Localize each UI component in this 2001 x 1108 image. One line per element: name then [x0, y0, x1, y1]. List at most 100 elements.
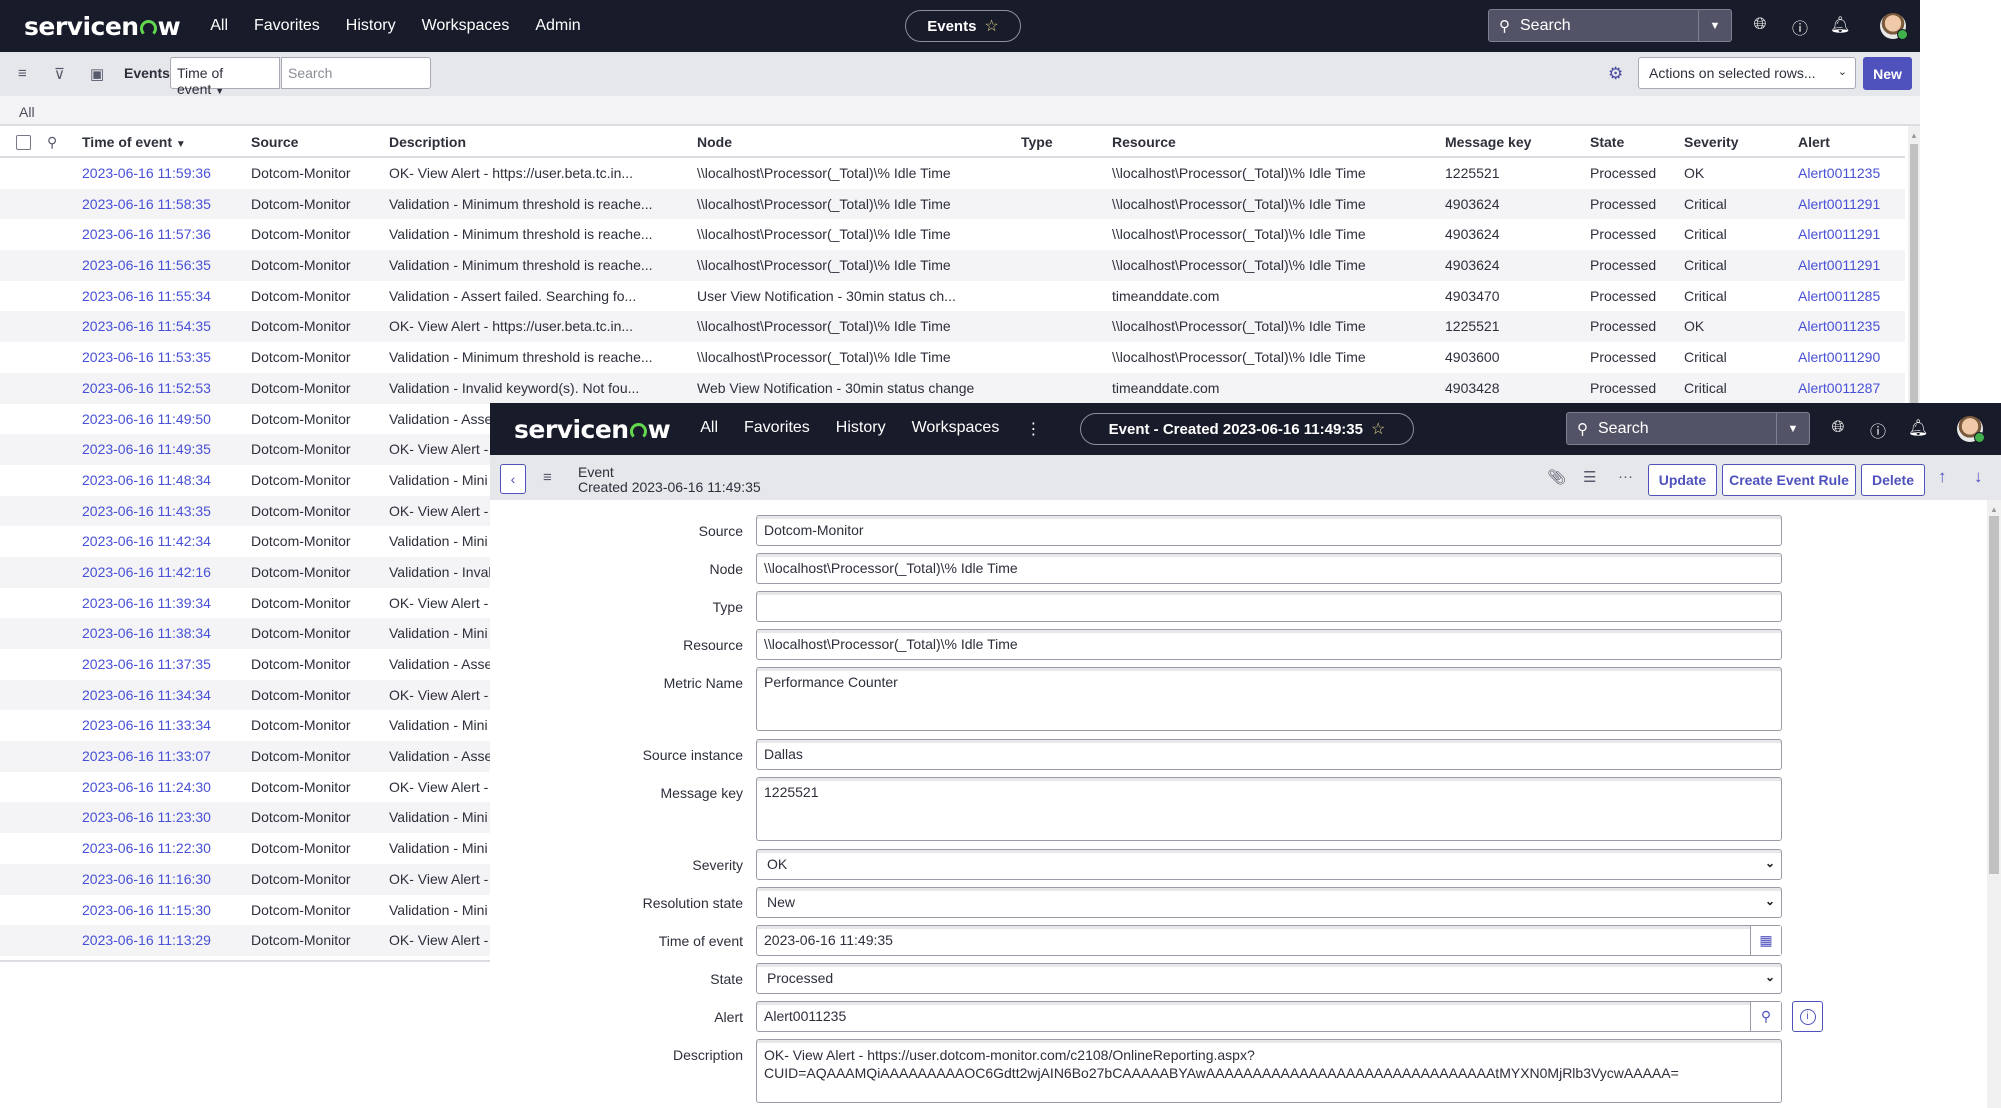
lookup-search-icon[interactable]: ⚲: [1750, 1002, 1781, 1031]
star-icon[interactable]: ☆: [1371, 419, 1385, 439]
severity-select[interactable]: OK ⌄: [756, 849, 1782, 880]
nav-favorites[interactable]: Favorites: [254, 17, 320, 35]
cell-alert[interactable]: Alert0011290: [1798, 349, 1880, 365]
cell-time[interactable]: 2023-06-16 11:24:30: [82, 779, 211, 795]
alert-info-button[interactable]: i: [1792, 1001, 1823, 1032]
table-row[interactable]: 2023-06-16 11:56:35 Dotcom-Monitor Validat…: [0, 250, 1905, 281]
cell-time[interactable]: 2023-06-16 11:49:35: [82, 441, 211, 457]
cell-time[interactable]: 2023-06-16 11:55:34: [82, 288, 211, 304]
globe-icon[interactable]: 🌐︎: [1750, 16, 1770, 34]
cell-time[interactable]: 2023-06-16 11:58:35: [82, 196, 211, 212]
form-scrollbar[interactable]: ▲: [1987, 500, 2001, 1108]
settings-sliders-icon[interactable]: ☰: [1583, 468, 1596, 486]
cell-time[interactable]: 2023-06-16 11:13:29: [82, 932, 211, 948]
cell-time[interactable]: 2023-06-16 11:42:16: [82, 564, 211, 580]
cell-alert[interactable]: Alert0011285: [1798, 288, 1880, 304]
cell-time[interactable]: 2023-06-16 11:34:34: [82, 687, 211, 703]
col-type[interactable]: Type: [1021, 134, 1053, 150]
context-pill[interactable]: Event - Created 2023-06-16 11:49:35 ☆: [1080, 413, 1414, 445]
search-dropdown-icon[interactable]: ▼: [1776, 413, 1809, 444]
select-all-checkbox[interactable]: [16, 135, 31, 150]
list-scrollbar[interactable]: ▲: [1908, 126, 1920, 406]
delete-button[interactable]: Delete: [1861, 464, 1925, 496]
type-input[interactable]: [756, 591, 1782, 622]
context-pill[interactable]: Events ☆: [905, 10, 1021, 42]
create-event-rule-button[interactable]: Create Event Rule: [1722, 464, 1856, 496]
cell-time[interactable]: 2023-06-16 11:42:34: [82, 533, 211, 549]
column-search-icon[interactable]: ⚲: [47, 134, 57, 151]
nav-all[interactable]: All: [210, 17, 228, 35]
arrow-down-icon[interactable]: ↓: [1974, 467, 1983, 487]
col-alert[interactable]: Alert: [1798, 134, 1830, 150]
cell-time[interactable]: 2023-06-16 11:38:34: [82, 625, 211, 641]
nav-history[interactable]: History: [836, 419, 886, 439]
nav-workspaces[interactable]: Workspaces: [422, 17, 510, 35]
cell-time[interactable]: 2023-06-16 11:22:30: [82, 840, 211, 856]
bell-icon[interactable]: 🔔︎: [1908, 418, 1928, 438]
col-resource[interactable]: Resource: [1112, 134, 1176, 150]
cell-time[interactable]: 2023-06-16 11:49:50: [82, 411, 211, 427]
globe-icon[interactable]: 🌐︎: [1828, 419, 1848, 437]
breadcrumb-all[interactable]: All: [19, 104, 35, 120]
new-button[interactable]: New: [1863, 57, 1912, 90]
scroll-up-icon[interactable]: ▲: [1910, 131, 1918, 140]
table-row[interactable]: 2023-06-16 11:57:36 Dotcom-Monitor Validat…: [0, 219, 1905, 250]
cell-time[interactable]: 2023-06-16 11:16:30: [82, 871, 211, 887]
avatar[interactable]: [1957, 416, 1985, 443]
cell-time[interactable]: 2023-06-16 11:33:07: [82, 748, 211, 764]
list-search-input[interactable]: Search: [281, 57, 431, 89]
col-time[interactable]: Time of event ▼: [82, 134, 186, 150]
cell-time[interactable]: 2023-06-16 11:57:36: [82, 226, 211, 242]
filter-icon[interactable]: ⊽: [54, 65, 65, 83]
help-icon[interactable]: ⓘ: [1790, 15, 1810, 39]
cell-time[interactable]: 2023-06-16 11:43:35: [82, 503, 211, 519]
scroll-up-icon[interactable]: ▲: [1990, 505, 1998, 514]
cell-time[interactable]: 2023-06-16 11:15:30: [82, 902, 211, 918]
search-field-select[interactable]: Time of event ▼: [170, 57, 280, 97]
actions-select[interactable]: Actions on selected rows... ⌄: [1638, 57, 1856, 89]
col-severity[interactable]: Severity: [1684, 134, 1738, 150]
resolution-state-select[interactable]: New ⌄: [756, 887, 1782, 918]
col-source[interactable]: Source: [251, 134, 298, 150]
search-dropdown-icon[interactable]: ▼: [1698, 10, 1731, 41]
star-icon[interactable]: ☆: [984, 16, 998, 36]
nav-favorites[interactable]: Favorites: [744, 419, 810, 439]
back-button[interactable]: ‹: [500, 464, 526, 494]
message-key-textarea[interactable]: 1225521: [756, 777, 1782, 841]
source-input[interactable]: Dotcom-Monitor: [756, 515, 1782, 546]
description-textarea[interactable]: OK- View Alert - https://user.dotcom-mon…: [756, 1039, 1782, 1103]
cell-alert[interactable]: Alert0011235: [1798, 165, 1880, 181]
scroll-thumb[interactable]: [1910, 144, 1918, 406]
cell-time[interactable]: 2023-06-16 11:52:53: [82, 380, 211, 396]
cell-time[interactable]: 2023-06-16 11:59:36: [82, 165, 211, 181]
nav-admin[interactable]: Admin: [535, 17, 580, 35]
cell-time[interactable]: 2023-06-16 11:48:34: [82, 472, 211, 488]
alert-reference-input[interactable]: Alert0011235 ⚲: [756, 1001, 1782, 1032]
cell-alert[interactable]: Alert0011291: [1798, 196, 1880, 212]
nav-workspaces[interactable]: Workspaces: [912, 419, 1000, 439]
gear-icon[interactable]: ⚙: [1608, 64, 1623, 84]
nav-all[interactable]: All: [700, 419, 718, 439]
cell-time[interactable]: 2023-06-16 11:54:35: [82, 318, 211, 334]
cell-time[interactable]: 2023-06-16 11:56:35: [82, 257, 211, 273]
scroll-thumb[interactable]: [1989, 516, 1999, 874]
cell-time[interactable]: 2023-06-16 11:23:30: [82, 809, 211, 825]
table-row[interactable]: 2023-06-16 11:53:35 Dotcom-Monitor Validat…: [0, 342, 1905, 373]
state-select[interactable]: Processed ⌄: [756, 963, 1782, 994]
nav-history[interactable]: History: [346, 17, 396, 35]
table-row[interactable]: 2023-06-16 11:52:53 Dotcom-Monitor Validat…: [0, 372, 1905, 404]
hamburger-icon[interactable]: ≡: [543, 469, 552, 486]
metric-name-textarea[interactable]: Performance Counter: [756, 667, 1782, 731]
resource-input[interactable]: \\localhost\Processor(_Total)\% Idle Tim…: [756, 629, 1782, 660]
col-state[interactable]: State: [1590, 134, 1624, 150]
cell-time[interactable]: 2023-06-16 11:37:35: [82, 656, 211, 672]
paperclip-icon[interactable]: 📎︎: [1547, 468, 1566, 486]
help-icon[interactable]: ⓘ: [1868, 418, 1888, 442]
time-of-event-input[interactable]: 2023-06-16 11:49:35 ▦: [756, 925, 1782, 956]
col-node[interactable]: Node: [697, 134, 732, 150]
bell-icon[interactable]: 🔔︎: [1830, 15, 1850, 35]
table-row[interactable]: 2023-06-16 11:55:34 Dotcom-Monitor Validat…: [0, 281, 1905, 312]
cell-alert[interactable]: Alert0011287: [1798, 380, 1880, 396]
cell-time[interactable]: 2023-06-16 11:53:35: [82, 349, 211, 365]
calendar-icon[interactable]: ▦: [1750, 926, 1781, 955]
